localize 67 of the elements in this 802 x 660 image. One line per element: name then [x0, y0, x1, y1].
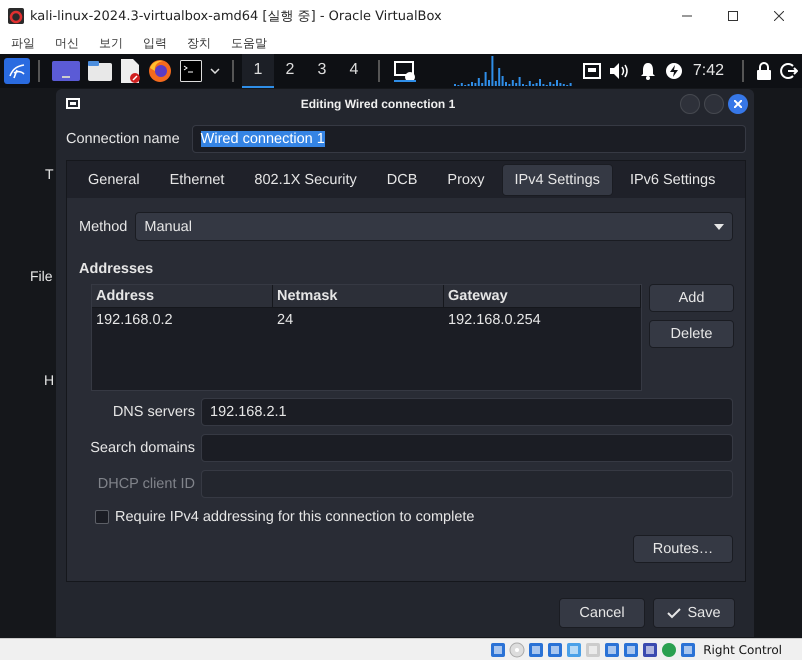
workspace-button[interactable]: 3: [306, 54, 338, 88]
checkmark-icon: [667, 608, 682, 618]
power-bolt-icon[interactable]: [664, 62, 683, 80]
method-dropdown[interactable]: Manual: [135, 212, 733, 241]
table-cell-text: 24: [276, 311, 294, 330]
terminal-icon[interactable]: [180, 60, 202, 82]
workspace-button[interactable]: 2: [274, 54, 306, 88]
host-key-label: Right Control: [703, 642, 782, 656]
tab[interactable]: 802.1X Security: [241, 164, 370, 196]
field-label: Search domains: [89, 440, 195, 456]
document-icon[interactable]: [120, 59, 140, 83]
column-header[interactable]: Netmask: [273, 285, 444, 307]
logout-icon[interactable]: [780, 62, 798, 80]
address-action-button[interactable]: Add: [649, 284, 734, 312]
bell-icon[interactable]: [638, 62, 657, 80]
network-monitor-icon[interactable]: [392, 60, 416, 82]
tab[interactable]: DCB: [374, 164, 430, 196]
cancel-button[interactable]: Cancel: [559, 598, 645, 628]
ethernet-icon[interactable]: [582, 63, 601, 79]
address-action-button[interactable]: Delete: [649, 320, 734, 348]
tab[interactable]: IPv4 Settings: [502, 164, 613, 196]
method-label: Method: [79, 218, 128, 234]
close-button[interactable]: [728, 94, 748, 114]
table-cell-text: 192.168.0.2: [95, 311, 174, 330]
lock-icon[interactable]: [756, 62, 772, 80]
input-field[interactable]: 192.168.2.1: [201, 398, 733, 426]
desktop-icon[interactable]: [52, 61, 80, 81]
dropdown-arrow-icon: [714, 224, 724, 230]
workspace-button[interactable]: 1: [242, 54, 274, 88]
menu-item[interactable]: 입력: [142, 34, 168, 52]
menu-item[interactable]: 도움말: [230, 34, 268, 52]
tab[interactable]: General: [75, 164, 153, 196]
checkbox-label: Require IPv4 addressing for this connection to complete: [115, 509, 474, 525]
tab[interactable]: Ethernet: [156, 164, 238, 196]
dragon-logo-button[interactable]: [4, 58, 30, 84]
table-cell-text: 192.168.0.254: [447, 311, 542, 330]
routes-button[interactable]: Routes…: [633, 535, 733, 563]
maximize-icon: [728, 11, 738, 21]
menu-item[interactable]: 보기: [98, 34, 124, 52]
tab[interactable]: Proxy: [434, 164, 498, 196]
menu-item[interactable]: 장치: [186, 34, 212, 52]
browser-icon[interactable]: [148, 59, 172, 83]
save-button[interactable]: Save: [653, 598, 735, 628]
workspace-button[interactable]: 4: [338, 54, 370, 88]
menu-item[interactable]: 파일: [10, 34, 36, 52]
addresses-heading: Addresses: [79, 261, 154, 277]
window-title: kali-linux-2024.3-virtualbox-amd64 [실행 중] - Oracle VirtualBox: [30, 8, 443, 25]
chevron-down-icon[interactable]: [210, 68, 220, 74]
dragon-icon: [8, 62, 26, 80]
desktop-icon-label: File: [30, 268, 53, 284]
desktop-icon-label: H: [44, 372, 54, 388]
field-label: DHCP client ID: [96, 476, 195, 492]
column-header[interactable]: Address: [92, 285, 273, 307]
checkbox[interactable]: [95, 510, 109, 524]
app-icon: [8, 8, 24, 24]
desktop-icon-label: T: [45, 166, 54, 182]
field-label: DNS servers: [112, 404, 195, 420]
menu-item[interactable]: 머신: [54, 34, 80, 52]
input-field[interactable]: [201, 434, 733, 462]
tab[interactable]: IPv6 Settings: [616, 164, 728, 196]
optical-disc-icon[interactable]: [509, 642, 526, 658]
column-header[interactable]: Gateway: [444, 285, 641, 307]
dialog-title: Editing Wired connection 1: [300, 96, 456, 110]
connection-name-label: Connection name: [66, 131, 180, 147]
close-icon: [774, 11, 784, 21]
close-icon: [734, 100, 742, 108]
clock[interactable]: 7:42: [692, 62, 724, 80]
